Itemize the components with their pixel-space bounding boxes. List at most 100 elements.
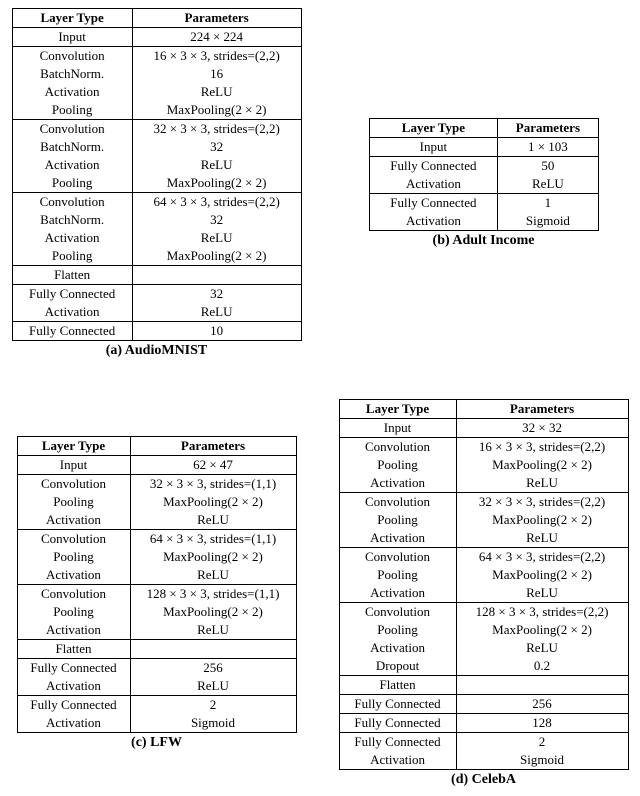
table-row: ActivationReLU bbox=[12, 303, 301, 322]
table-row: BatchNorm.16 bbox=[12, 65, 301, 83]
table-row: ActivationReLU bbox=[17, 677, 296, 696]
table-cell: Fully Connected bbox=[369, 157, 498, 176]
table-cell: 16 × 3 × 3, strides=(2,2) bbox=[132, 47, 301, 66]
table-lfw: Layer TypeParametersInput62 × 47Convolut… bbox=[17, 436, 297, 733]
table-row: PoolingMaxPooling(2 × 2) bbox=[12, 101, 301, 120]
table-cell: Activation bbox=[12, 83, 132, 101]
table-row: PoolingMaxPooling(2 × 2) bbox=[339, 456, 628, 474]
table-row: Convolution16 × 3 × 3, strides=(2,2) bbox=[12, 47, 301, 66]
caption-b: (b) Adult Income bbox=[433, 233, 535, 249]
table-row: ActivationSigmoid bbox=[17, 714, 296, 733]
table-row: Convolution64 × 3 × 3, strides=(2,2) bbox=[12, 193, 301, 212]
table-cell: Pooling bbox=[17, 548, 130, 566]
table-cell: Activation bbox=[17, 714, 130, 733]
table-cell: MaxPooling(2 × 2) bbox=[456, 511, 628, 529]
table-cell: Fully Connected bbox=[339, 714, 456, 733]
table-cell: Activation bbox=[369, 212, 498, 231]
table-row: Convolution64 × 3 × 3, strides=(2,2) bbox=[339, 548, 628, 567]
table-row: Fully Connected32 bbox=[12, 285, 301, 304]
table-cell: 32 × 3 × 3, strides=(1,1) bbox=[130, 475, 296, 494]
table-cell: Input bbox=[339, 419, 456, 438]
table-row: BatchNorm.32 bbox=[12, 211, 301, 229]
table-row: Fully Connected256 bbox=[339, 695, 628, 714]
table-cell: Flatten bbox=[17, 640, 130, 659]
table-cell: 128 × 3 × 3, strides=(2,2) bbox=[456, 603, 628, 622]
table-cell: ReLU bbox=[456, 639, 628, 657]
table-row: ActivationReLU bbox=[339, 529, 628, 548]
table-cell: ReLU bbox=[132, 83, 301, 101]
table-adult-income: Layer TypeParametersInput1 × 103Fully Co… bbox=[369, 118, 599, 231]
table-row: Input32 × 32 bbox=[339, 419, 628, 438]
table-cell: 64 × 3 × 3, strides=(2,2) bbox=[132, 193, 301, 212]
table-row: Input1 × 103 bbox=[369, 138, 598, 157]
column-header: Parameters bbox=[498, 119, 598, 138]
table-row: ActivationReLU bbox=[339, 639, 628, 657]
table-cell: Activation bbox=[12, 303, 132, 322]
table-cell: 224 × 224 bbox=[132, 28, 301, 47]
table-cell: 256 bbox=[456, 695, 628, 714]
table-cell: Dropout bbox=[339, 657, 456, 676]
table-cell: Flatten bbox=[339, 676, 456, 695]
table-row: Convolution32 × 3 × 3, strides=(2,2) bbox=[12, 120, 301, 139]
table-row: ActivationReLU bbox=[12, 83, 301, 101]
table-row: PoolingMaxPooling(2 × 2) bbox=[339, 566, 628, 584]
table-cell: Input bbox=[17, 456, 130, 475]
table-celeba: Layer TypeParametersInput32 × 32 Convolut… bbox=[339, 399, 629, 770]
table-cell: MaxPooling(2 × 2) bbox=[132, 247, 301, 266]
table-row: ActivationReLU bbox=[12, 229, 301, 247]
table-cell: ReLU bbox=[498, 175, 598, 194]
table-cell: Activation bbox=[17, 566, 130, 585]
table-cell: Activation bbox=[339, 751, 456, 770]
table-cell: 16 bbox=[132, 65, 301, 83]
table-cell: MaxPooling(2 × 2) bbox=[132, 101, 301, 120]
table-cell: Activation bbox=[369, 175, 498, 194]
figure-grid: Layer TypeParametersInput224 × 224Convol… bbox=[8, 8, 632, 788]
table-cell: Pooling bbox=[17, 493, 130, 511]
table-cell: Pooling bbox=[12, 247, 132, 266]
table-cell: Pooling bbox=[12, 174, 132, 193]
table-row: PoolingMaxPooling(2 × 2) bbox=[339, 511, 628, 529]
table-cell: Fully Connected bbox=[12, 285, 132, 304]
caption-c: (c) LFW bbox=[131, 735, 182, 751]
table-cell: MaxPooling(2 × 2) bbox=[130, 603, 296, 621]
subfigure-a: Layer TypeParametersInput224 × 224Convol… bbox=[8, 8, 305, 359]
table-row: PoolingMaxPooling(2 × 2) bbox=[339, 621, 628, 639]
table-row: Flatten bbox=[339, 676, 628, 695]
subfigure-d: Layer TypeParametersInput32 × 32 Convolut… bbox=[335, 399, 632, 788]
column-header: Parameters bbox=[456, 400, 628, 419]
table-cell: ReLU bbox=[132, 229, 301, 247]
table-cell: Input bbox=[12, 28, 132, 47]
table-cell: Fully Connected bbox=[12, 322, 132, 341]
table-cell: 128 × 3 × 3, strides=(1,1) bbox=[130, 585, 296, 604]
table-cell: MaxPooling(2 × 2) bbox=[130, 548, 296, 566]
table-row: Input62 × 47 bbox=[17, 456, 296, 475]
table-cell: 2 bbox=[456, 733, 628, 752]
table-row: Convolution128 × 3 × 3, strides=(2,2) bbox=[339, 603, 628, 622]
table-row: ActivationReLU bbox=[369, 175, 598, 194]
table-row: ActivationReLU bbox=[17, 566, 296, 585]
table-cell: MaxPooling(2 × 2) bbox=[132, 174, 301, 193]
table-row: Fully Connected1 bbox=[369, 194, 598, 213]
table-row: ActivationReLU bbox=[339, 474, 628, 493]
table-cell: ReLU bbox=[130, 621, 296, 640]
table-row: ActivationReLU bbox=[339, 584, 628, 603]
table-cell: 1 × 103 bbox=[498, 138, 598, 157]
table-row: Convolution64 × 3 × 3, strides=(1,1) bbox=[17, 530, 296, 549]
table-row: Input224 × 224 bbox=[12, 28, 301, 47]
column-header: Layer Type bbox=[339, 400, 456, 419]
column-header: Layer Type bbox=[12, 9, 132, 28]
table-cell: ReLU bbox=[132, 303, 301, 322]
subfigure-b: Layer TypeParametersInput1 × 103Fully Co… bbox=[335, 118, 632, 249]
table-cell: ReLU bbox=[130, 511, 296, 530]
table-cell: 32 × 3 × 3, strides=(2,2) bbox=[132, 120, 301, 139]
table-cell: 50 bbox=[498, 157, 598, 176]
table-row: ActivationReLU bbox=[17, 511, 296, 530]
table-cell: 16 × 3 × 3, strides=(2,2) bbox=[456, 438, 628, 457]
table-cell: 32 bbox=[132, 285, 301, 304]
table-cell: Activation bbox=[339, 529, 456, 548]
table-cell: Fully Connected bbox=[17, 659, 130, 678]
table-row: Convolution128 × 3 × 3, strides=(1,1) bbox=[17, 585, 296, 604]
table-cell: Convolution bbox=[339, 603, 456, 622]
table-cell: ReLU bbox=[456, 474, 628, 493]
table-row: ActivationSigmoid bbox=[339, 751, 628, 770]
